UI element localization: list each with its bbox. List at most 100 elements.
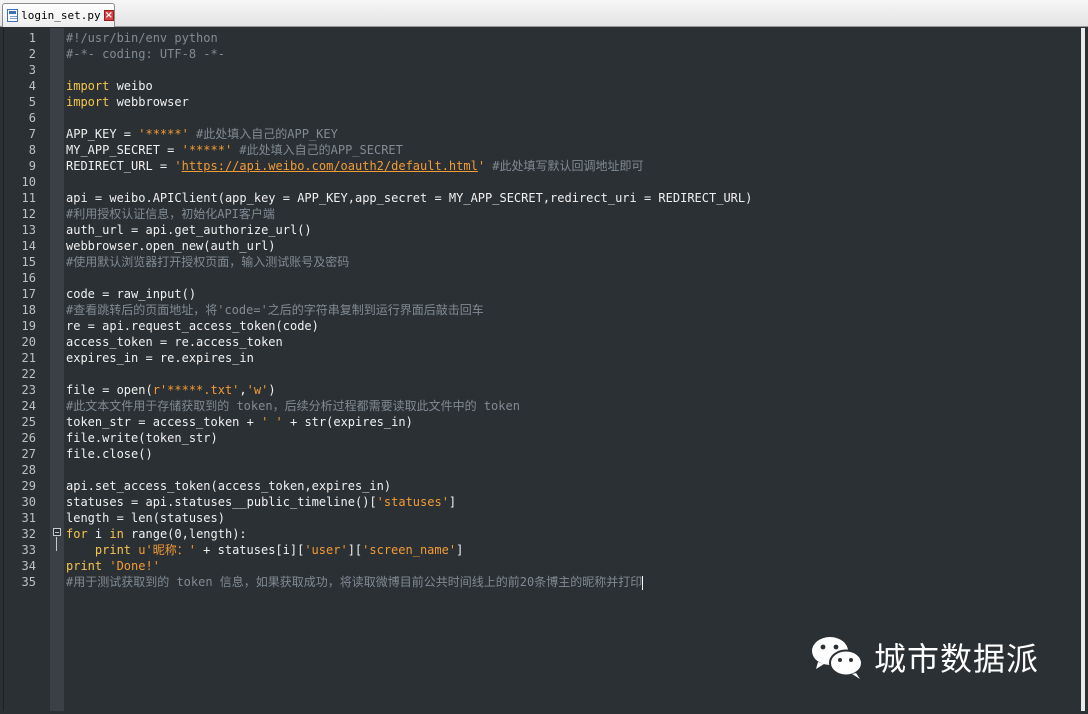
code-token: import xyxy=(66,79,110,93)
line-number: 24 xyxy=(21,399,36,413)
code-line[interactable]: webbrowser.open_new(auth_url) xyxy=(66,238,276,254)
code-line[interactable]: #使用默认浏览器打开授权页面，输入测试账号及密码 xyxy=(66,254,349,270)
line-number: 26 xyxy=(21,431,36,445)
code-token: + statuses[i][ xyxy=(195,543,305,557)
code-token: file = open( xyxy=(66,383,153,397)
code-token: ' xyxy=(477,159,486,173)
line-number: 17 xyxy=(21,287,36,301)
line-number: 9 xyxy=(28,159,36,173)
tab-login-set[interactable]: login_set.py × xyxy=(2,3,115,27)
code-token: ' ' xyxy=(261,415,283,429)
code-line[interactable]: statuses = api.statuses__public_timeline… xyxy=(66,494,456,510)
code-line[interactable]: length = len(statuses) xyxy=(66,510,225,526)
code-token: 'w' xyxy=(246,383,269,397)
code-token: r'*****.txt' xyxy=(152,383,240,397)
code-token: #此文本文件用于存储获取到的 token，后续分析过程都需要读取此文件中的 to… xyxy=(66,399,520,413)
code-line[interactable]: file = open(r'*****.txt','w') xyxy=(66,382,276,398)
code-token: #查看跳转后的页面地址，将'code='之后的字符串复制到运行界面后敲击回车 xyxy=(66,303,484,317)
watermark: 城市数据派 xyxy=(810,632,1039,682)
code-token: statuses = api.statuses__public_timeline… xyxy=(66,495,377,509)
code-token: u'昵称：' xyxy=(138,543,196,557)
code-line[interactable]: api = weibo.APIClient(app_key = APP_KEY,… xyxy=(66,190,752,206)
code-editor[interactable]: 1 2 3 4 5 6 7 8 9 10 11 12 13 14 15 16 17 18 19 20 21 22 23 24 2… xyxy=(3,28,1085,711)
line-number: 35 xyxy=(21,575,36,589)
line-number: 8 xyxy=(28,143,36,157)
line-number: 6 xyxy=(28,111,36,125)
code-line[interactable]: #利用授权认证信息，初始化API客户端 xyxy=(66,206,275,222)
code-token: #-*- coding: UTF-8 -*- xyxy=(66,47,225,61)
code-line[interactable]: #-*- coding: UTF-8 -*- xyxy=(66,46,225,62)
line-number: 4 xyxy=(28,79,36,93)
line-number: 34 xyxy=(21,559,36,573)
line-number: 2 xyxy=(28,47,36,61)
file-icon xyxy=(7,9,19,22)
code-line[interactable]: #!/usr/bin/env python xyxy=(66,30,218,46)
code-line[interactable]: file.write(token_str) xyxy=(66,430,218,446)
fold-toggle-icon[interactable] xyxy=(53,528,61,536)
code-line[interactable]: APP_KEY = '*****' #此处填入自己的APP_KEY xyxy=(66,126,338,142)
line-number: 10 xyxy=(21,175,36,189)
code-line[interactable]: print 'Done!' xyxy=(66,558,160,574)
code-line[interactable]: #查看跳转后的页面地址，将'code='之后的字符串复制到运行界面后敲击回车 xyxy=(66,302,484,318)
code-token: https://api.weibo.com/oauth2/default.htm… xyxy=(181,159,478,173)
line-number: 15 xyxy=(21,255,36,269)
code-token: #!/usr/bin/env python xyxy=(66,31,218,45)
code-line[interactable]: #此文本文件用于存储获取到的 token，后续分析过程都需要读取此文件中的 to… xyxy=(66,398,520,414)
line-number: 7 xyxy=(28,127,36,141)
line-number: 18 xyxy=(21,303,36,317)
code-token: api = weibo.APIClient(app_key = APP_KEY,… xyxy=(66,191,753,205)
close-icon[interactable]: × xyxy=(103,10,114,21)
line-number: 33 xyxy=(21,543,36,557)
fold-margin xyxy=(50,28,64,711)
code-line[interactable]: MY_APP_SECRET = '*****' #此处填入自己的APP_SECR… xyxy=(66,142,403,158)
code-token: file.write(token_str) xyxy=(66,431,218,445)
code-token: import xyxy=(66,95,110,109)
code-token: '*****' xyxy=(138,127,189,141)
code-line[interactable]: re = api.request_access_token(code) xyxy=(66,318,319,334)
line-number: 32 xyxy=(21,527,36,541)
code-line[interactable]: auth_url = api.get_authorize_url() xyxy=(66,222,312,238)
right-edge xyxy=(1081,28,1085,711)
code-token: weibo xyxy=(109,79,153,93)
code-line[interactable]: access_token = re.access_token xyxy=(66,334,283,350)
code-line[interactable]: import weibo xyxy=(66,78,153,94)
line-number: 11 xyxy=(21,191,36,205)
tab-label: login_set.py xyxy=(21,9,101,22)
code-token: REDIRECT_URL = xyxy=(66,159,175,173)
tab-bar: login_set.py × xyxy=(0,0,1088,27)
code-token: ) xyxy=(268,383,276,397)
code-line[interactable]: expires_in = re.expires_in xyxy=(66,350,254,366)
code-token: for xyxy=(66,527,88,541)
code-token: webbrowser.open_new(auth_url) xyxy=(66,239,276,253)
code-line[interactable]: code = raw_input() xyxy=(66,286,196,302)
line-number: 25 xyxy=(21,415,36,429)
line-number: 5 xyxy=(28,95,36,109)
code-line[interactable]: #用于测试获取到的 token 信息，如果获取成功，将读取微博目前公共时间线上的… xyxy=(66,574,644,590)
code-token: #利用授权认证信息，初始化API客户端 xyxy=(66,207,275,221)
code-token: #用于测试获取到的 token 信息，如果获取成功，将读取微博目前公共时间线上的… xyxy=(66,575,643,589)
code-token: file.close() xyxy=(66,447,153,461)
code-token: + str(expires_in) xyxy=(282,415,413,429)
code-token: #此处填入自己的APP_SECRET xyxy=(232,143,403,157)
line-number: 21 xyxy=(21,351,36,365)
code-line[interactable]: REDIRECT_URL = 'https://api.weibo.com/oa… xyxy=(66,158,644,174)
code-line[interactable]: token_str = access_token + ' ' + str(exp… xyxy=(66,414,413,430)
code-token: 'screen_name' xyxy=(362,543,457,557)
code-token: print xyxy=(94,543,132,557)
line-number-gutter: 1 2 3 4 5 6 7 8 9 10 11 12 13 14 15 16 17 18 19 20 21 22 23 24 2… xyxy=(4,28,50,711)
code-token: webbrowser xyxy=(109,95,189,109)
line-number: 16 xyxy=(21,271,36,285)
code-token: expires_in = re.expires_in xyxy=(66,351,254,365)
code-token: ' xyxy=(174,159,182,173)
code-line[interactable]: for i in range(0,length): xyxy=(66,526,247,542)
code-line[interactable]: file.close() xyxy=(66,446,153,462)
code-token: , xyxy=(239,383,247,397)
code-line[interactable]: import webbrowser xyxy=(66,94,189,110)
code-line[interactable]: api.set_access_token(access_token,expire… xyxy=(66,478,391,494)
code-token: print xyxy=(66,559,103,573)
line-number: 13 xyxy=(21,223,36,237)
wechat-icon xyxy=(812,637,863,679)
code-token: code = raw_input() xyxy=(66,287,197,301)
code-line[interactable]: print u'昵称：' + statuses[i]['user']['scre… xyxy=(66,542,463,558)
